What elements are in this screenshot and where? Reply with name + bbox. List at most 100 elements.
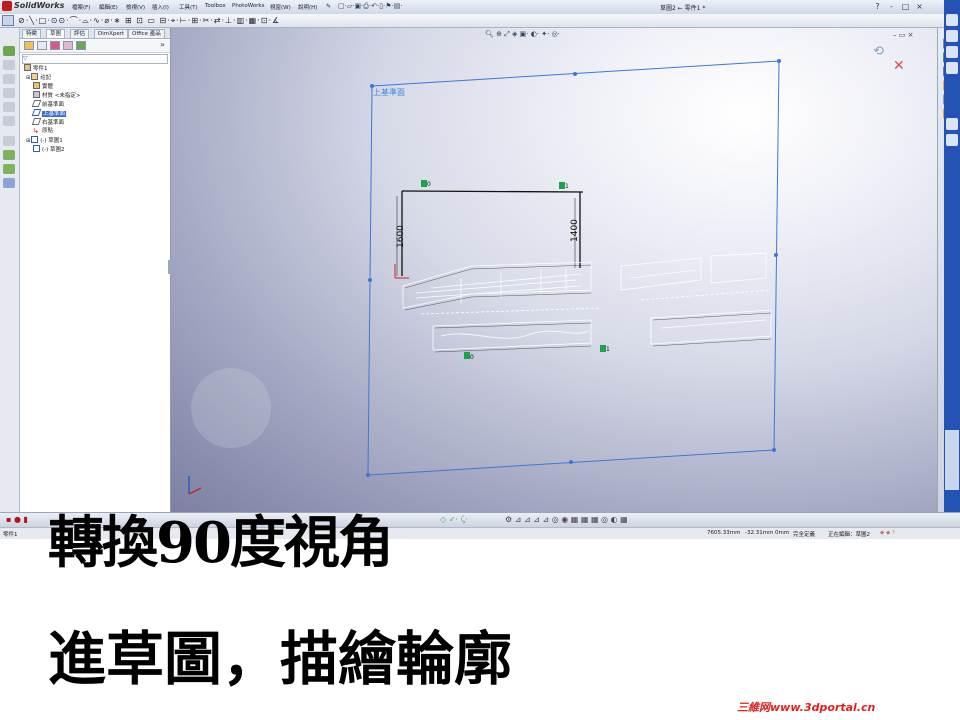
property-manager-icon[interactable] bbox=[37, 41, 47, 50]
tree-item-part[interactable]: 零件1 bbox=[24, 64, 48, 73]
taskbar-app-icon[interactable] bbox=[946, 134, 958, 146]
reference-geometry-icon[interactable] bbox=[3, 150, 15, 160]
sketch-toolbar: ⊘·╲·□·⊙⊙·⌒·⌓·∿·⌀·∗ ⊞ ⊡ ▭ ⊟·⌖·⊢·⊞·✂·⇄·⊥·▥… bbox=[0, 14, 960, 28]
system-taskbar bbox=[944, 0, 960, 514]
title-bar: SolidWorks 檔案(F) 編輯(E) 檢視(V) 插入(I) 工具(T)… bbox=[0, 0, 960, 15]
left-command-strip bbox=[0, 28, 20, 512]
record-macro-icons[interactable]: ▪ ● ▮ bbox=[6, 515, 28, 524]
panel-tabs-bar: » bbox=[20, 40, 170, 53]
configuration-manager-icon[interactable] bbox=[50, 41, 60, 50]
tab-office-products[interactable]: Office 產品 bbox=[128, 29, 165, 38]
filter-icon: ▽ bbox=[23, 55, 28, 62]
tree-item-right-plane[interactable]: 右基準面 bbox=[31, 118, 64, 127]
taskbar-app-icon[interactable] bbox=[946, 30, 958, 42]
standard-toolbar-icons[interactable]: ▢·▱·▣·⎙·↶·▯·⚑·▤· bbox=[338, 2, 403, 11]
confirmation-corner-icon[interactable]: ⟲ bbox=[873, 44, 884, 59]
plane-handle[interactable] bbox=[772, 448, 776, 452]
instant3d-icon[interactable] bbox=[3, 178, 15, 188]
relation-tag-label: 0 bbox=[427, 181, 431, 188]
pin-icon[interactable]: ✎ bbox=[326, 3, 331, 10]
taskbar-app-icon[interactable] bbox=[946, 118, 958, 130]
display-manager-icon[interactable] bbox=[76, 41, 86, 50]
feature-manager-panel: 特徵 草圖 評估 DimXpert Office 產品 » ▽ 零件1 ⊞ 註記 … bbox=[20, 28, 171, 512]
revolve-icon[interactable] bbox=[3, 60, 15, 70]
pattern-icon[interactable] bbox=[3, 136, 15, 146]
expand-plus-icon[interactable]: ⊞ bbox=[26, 138, 30, 144]
tree-item-front-plane[interactable]: 前基準面 bbox=[31, 100, 64, 109]
relation-tag-label: 0 bbox=[470, 354, 474, 361]
tab-dimxpert[interactable]: DimXpert bbox=[94, 29, 129, 38]
plane-handle[interactable] bbox=[569, 460, 573, 464]
relation-tag-label: 1 bbox=[606, 346, 610, 353]
sweep-icon[interactable] bbox=[3, 74, 15, 84]
dimension-1400[interactable]: 1400 bbox=[570, 219, 580, 242]
extrude-icon[interactable] bbox=[3, 46, 15, 56]
viewport-window-controls[interactable]: – ▭ × bbox=[893, 31, 913, 39]
sketch-relations-icons[interactable]: ◇ ✓· ⤹· bbox=[440, 515, 468, 525]
taskbar-app-icon[interactable] bbox=[946, 14, 958, 26]
tray-icons[interactable] bbox=[945, 430, 959, 490]
display-tools-icons[interactable]: ⚙ ⊿ ⊿ ⊿ ⊿ ◎ ◉ ▦ ▦ ▦ ◎ ◐ ▦ bbox=[505, 515, 628, 524]
menu-edit[interactable]: 編輯(E) bbox=[99, 3, 118, 11]
sketch-icon[interactable] bbox=[2, 15, 14, 26]
plane-handle[interactable] bbox=[366, 473, 370, 477]
taskbar-app-icon[interactable] bbox=[946, 62, 958, 74]
maximize-button[interactable]: □ bbox=[900, 1, 911, 12]
taskbar-app-icon[interactable] bbox=[946, 46, 958, 58]
tree-item-sketch2[interactable]: (-) 草圖2 bbox=[33, 145, 65, 154]
sketch-scene: 上基準面 1600 1400 0 1 0 1 bbox=[188, 59, 781, 495]
menu-insert[interactable]: 插入(I) bbox=[152, 3, 169, 11]
plane-icon bbox=[31, 118, 42, 125]
plane-handle[interactable] bbox=[368, 278, 372, 282]
menu-toolbox[interactable]: Toolbox bbox=[205, 3, 226, 9]
command-manager-tabs: 特徵 草圖 評估 DimXpert Office 產品 bbox=[20, 28, 170, 39]
plane-handle[interactable] bbox=[573, 72, 577, 76]
chamfer-icon[interactable] bbox=[3, 116, 15, 126]
tab-sketch[interactable]: 草圖 bbox=[46, 29, 66, 38]
plane-handle[interactable] bbox=[777, 59, 781, 63]
plane-icon bbox=[31, 100, 42, 107]
dimension-1600[interactable]: 1600 bbox=[396, 225, 406, 248]
tree-item-solid-bodies[interactable]: 實體 bbox=[33, 82, 53, 91]
feature-manager-icon[interactable] bbox=[24, 41, 34, 50]
close-button[interactable]: × bbox=[914, 1, 925, 12]
sketch-tools-icons[interactable]: ⊘·╲·□·⊙⊙·⌒·⌓·∿·⌀·∗ ⊞ ⊡ ▭ ⊟·⌖·⊢·⊞·✂·⇄·⊥·▥… bbox=[18, 15, 280, 26]
tree-item-origin[interactable]: ↳ 原點 bbox=[33, 127, 53, 136]
menu-photoworks[interactable]: PhotoWorks bbox=[232, 3, 264, 9]
top-plane-outline[interactable] bbox=[367, 60, 780, 476]
heads-up-view-toolbar[interactable]: 🔍︎ ⊕ ⤢ ◈ ▣· ◐· ✦· ◎· bbox=[485, 30, 560, 39]
expand-plus-icon[interactable]: ⊞ bbox=[26, 75, 30, 81]
status-sketch-state: 完全定義 bbox=[793, 532, 816, 538]
tree-item-sketch1[interactable]: ⊞ (-) 草圖1 bbox=[26, 136, 63, 145]
fillet-icon[interactable] bbox=[3, 102, 15, 112]
solidworks-logo[interactable]: SolidWorks bbox=[2, 1, 64, 13]
help-button[interactable]: ? bbox=[872, 1, 883, 12]
menu-file[interactable]: 檔案(F) bbox=[72, 3, 90, 11]
dimxpert-manager-icon[interactable] bbox=[63, 41, 73, 50]
plane-handle[interactable] bbox=[774, 253, 778, 257]
curves-icon[interactable] bbox=[3, 164, 15, 174]
solidworks-logo-icon bbox=[2, 1, 12, 11]
plane-label: 上基準面 bbox=[373, 87, 405, 97]
expand-chevron-icon[interactable]: » bbox=[160, 40, 165, 49]
tab-evaluate[interactable]: 評估 bbox=[70, 29, 90, 38]
tab-features[interactable]: 特徵 bbox=[22, 29, 42, 38]
tree-item-material[interactable]: 材質 <未指定> bbox=[33, 91, 80, 100]
status-z-coordinate: 0mm bbox=[775, 530, 790, 536]
tree-filter-input[interactable]: ▽ bbox=[22, 54, 168, 64]
minimize-button[interactable]: - bbox=[886, 1, 897, 12]
tree-item-top-plane[interactable]: 上基準面 bbox=[31, 109, 67, 118]
triad-x-icon bbox=[188, 487, 202, 495]
loft-icon[interactable] bbox=[3, 88, 15, 98]
annotations-icon bbox=[31, 73, 39, 80]
graphics-viewport[interactable]: 上基準面 1600 1400 0 1 0 1 🔍︎ ⊕ ⤢ ◈ ▣· ◐· ✦·… bbox=[171, 28, 937, 512]
menu-view[interactable]: 檢視(V) bbox=[126, 3, 145, 11]
light-flare bbox=[191, 368, 271, 448]
exit-sketch-close-icon[interactable]: ✕ bbox=[893, 58, 905, 74]
tree-item-annotations[interactable]: ⊞ 註記 bbox=[26, 73, 51, 82]
menu-help[interactable]: 說明(H) bbox=[298, 3, 317, 11]
part-icon bbox=[24, 64, 31, 71]
menu-window[interactable]: 視窗(W) bbox=[270, 3, 291, 11]
rebuild-icon[interactable]: ◆ ◆ ? bbox=[880, 530, 895, 536]
menu-tools[interactable]: 工具(T) bbox=[179, 3, 198, 11]
